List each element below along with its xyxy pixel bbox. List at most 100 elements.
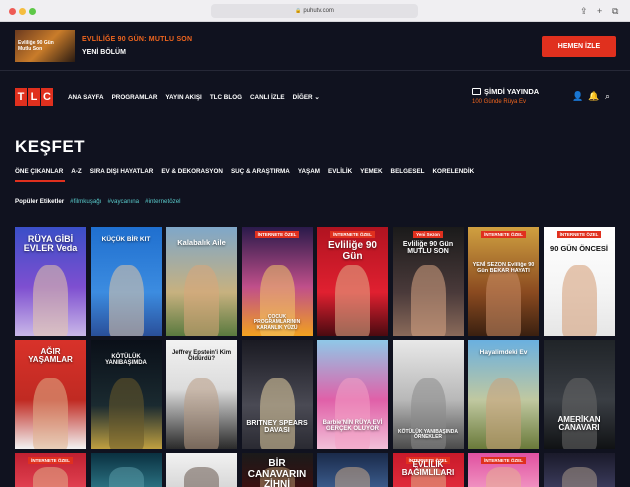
- nav-more[interactable]: DİĞER ⌄: [293, 94, 320, 101]
- show-card[interactable]: İNTERNETE ÖZEL YENİ SEZON Evliliğe 90 Gün…: [468, 227, 539, 336]
- now-live-show: 100 Günde Rüya Ev: [472, 99, 527, 105]
- badge-text: İNTERNETE ÖZEL: [481, 231, 526, 238]
- tab-life[interactable]: YAŞAM: [298, 168, 320, 175]
- show-card[interactable]: RÜYA GİBİ EVLER Veda: [15, 227, 86, 336]
- badge-text: İNTERNETE ÖZEL: [330, 231, 375, 238]
- show-card[interactable]: [166, 453, 237, 487]
- tabs-overview-icon[interactable]: ⧉: [612, 5, 618, 17]
- nav-home[interactable]: ANA SAYFA: [68, 94, 104, 101]
- popular-tags-label: Popüler Etiketler: [15, 198, 65, 205]
- show-title: EVLİLİK BAĞIMLILARI: [401, 460, 455, 478]
- address-bar[interactable]: 🔒 puhutv.com: [211, 4, 418, 18]
- watch-now-button[interactable]: HEMEN İZLE: [542, 36, 616, 57]
- tab-food[interactable]: YEMEK: [360, 168, 382, 175]
- poster-figure: [410, 265, 446, 336]
- exclusive-badge: İNTERNETE ÖZEL: [15, 457, 86, 464]
- tag-link[interactable]: #vaycanına: [107, 198, 139, 205]
- tab-marriage[interactable]: EVLİLİK: [328, 168, 352, 175]
- show-card[interactable]: KÜÇÜK BİR KIT: [90, 227, 162, 336]
- now-live-title: ŞİMDİ YAYINDA: [484, 87, 540, 96]
- browser-chrome: 🔒 puhutv.com ⇪ + ⧉: [0, 0, 630, 22]
- tlc-logo[interactable]: T L C: [15, 88, 53, 106]
- close-window-button[interactable]: [9, 8, 16, 15]
- promo-title: EVLİLİĞE 90 GÜN: MUTLU SON: [82, 36, 193, 43]
- show-card[interactable]: Kalabalık Aile: [166, 227, 237, 336]
- poster-figure: [184, 467, 219, 487]
- exclusive-badge: İNTERNETE ÖZEL: [242, 231, 313, 238]
- nav-blog[interactable]: TLC BLOG: [210, 94, 242, 101]
- nav-schedule[interactable]: YAYIN AKIŞI: [165, 94, 201, 101]
- show-title: KÖTÜLÜK YANIBAŞINDA ÖRNEKLER: [397, 429, 458, 441]
- nav-live[interactable]: CANLI İZLE: [250, 94, 285, 101]
- show-card[interactable]: BİR CANAVARIN ZİHNİ DAHMER: [241, 453, 313, 487]
- tag-link[interactable]: #filmkuşağı: [70, 198, 101, 205]
- logo-letter: L: [28, 88, 40, 106]
- show-card[interactable]: [90, 453, 162, 487]
- chevron-down-icon: ⌄: [314, 94, 320, 101]
- promo-thumbnail[interactable]: Evliliğe 90 Gün Mutlu Son: [15, 30, 75, 62]
- poster-figure: [33, 265, 68, 336]
- share-icon[interactable]: ⇪: [580, 5, 588, 17]
- tv-icon: [472, 88, 481, 95]
- nav-programs[interactable]: PROGRAMLAR: [112, 94, 158, 101]
- show-card[interactable]: AĞIR YAŞAMLAR: [15, 340, 86, 449]
- poster-figure: [184, 265, 219, 336]
- show-title: Evliliğe 90 Gün: [328, 240, 377, 262]
- show-card[interactable]: Jeffrey Epstein'i Kim Öldürdü?: [166, 340, 237, 449]
- tab-documentary[interactable]: BELGESEL: [391, 168, 425, 175]
- poster-figure: [108, 378, 144, 449]
- exclusive-badge: İNTERNETE ÖZEL: [317, 231, 388, 238]
- poster-figure: [486, 265, 521, 336]
- tag-link[interactable]: #internetözel: [145, 198, 180, 205]
- show-title: 90 GÜN ÖNCESİ: [550, 244, 608, 253]
- show-card[interactable]: BRITNEY SPEARS DAVASI: [241, 340, 313, 449]
- poster-figure: [108, 265, 144, 336]
- maximize-window-button[interactable]: [29, 8, 36, 15]
- nav-links: ANA SAYFA PROGRAMLAR YAYIN AKIŞI TLC BLO…: [68, 94, 320, 101]
- show-card[interactable]: İNTERNETE ÖZEL ÇOCUK PROGRAMLARININ KARAN…: [241, 227, 313, 336]
- exclusive-badge: İNTERNETE ÖZEL: [544, 231, 615, 238]
- promo-thumbnail-text: Evliliğe 90 Gün Mutlu Son: [18, 40, 54, 52]
- poster-figure: [335, 467, 370, 487]
- show-card[interactable]: İNTERNETE ÖZEL: [468, 453, 539, 487]
- show-card[interactable]: KÖTÜLÜK YANIBAŞINDA ÖRNEKLER: [392, 340, 464, 449]
- poster-figure: [486, 467, 521, 487]
- logo-letter: T: [15, 88, 27, 106]
- poster-figure: [33, 378, 68, 449]
- tab-crime[interactable]: SUÇ & ARAŞTIRMA: [231, 168, 290, 175]
- poster-figure: [486, 378, 521, 449]
- tab-extraordinary-lives[interactable]: SIRA DIŞI HAYATLAR: [90, 168, 154, 175]
- search-icon[interactable]: ⌕: [605, 91, 610, 102]
- now-live[interactable]: ŞİMDİ YAYINDA 100 Günde Rüya Ev: [472, 87, 539, 105]
- show-card[interactable]: AMERİKAN CANAVARI: [543, 340, 615, 449]
- tab-home-decor[interactable]: EV & DEKORASYON: [161, 168, 223, 175]
- show-card[interactable]: İNTERNETE ÖZEL: [15, 453, 86, 487]
- show-card[interactable]: İNTERNETE ÖZEL 90 GÜN ÖNCESİ: [543, 227, 615, 336]
- show-card[interactable]: Yeni Sezon Evliliğe 90 Gün MUTLU SON: [392, 227, 464, 336]
- show-card[interactable]: Barbie'NİN RÜYA EVİ GERÇEK OLUYOR: [317, 340, 388, 449]
- show-card[interactable]: İNTERNETE ÖZEL EVLİLİK BAĞIMLILARI: [392, 453, 464, 487]
- tab-featured[interactable]: ÖNE ÇIKANLAR: [15, 168, 63, 175]
- popular-tags: Popüler Etiketler #filmkuşağı #vaycanına…: [15, 198, 181, 205]
- lock-icon: 🔒: [295, 8, 302, 14]
- poster-figure: [184, 378, 219, 449]
- active-tab-indicator: [15, 180, 65, 182]
- show-title: Evliliğe 90 Gün MUTLU SON: [402, 241, 454, 256]
- show-card[interactable]: KÖTÜLÜK YANIBAŞIMDA: [90, 340, 162, 449]
- minimize-window-button[interactable]: [19, 8, 26, 15]
- show-card[interactable]: [543, 453, 615, 487]
- show-title: Kalabalık Aile: [177, 238, 226, 247]
- new-tab-icon[interactable]: +: [597, 5, 602, 17]
- category-tabs: ÖNE ÇIKANLAR A-Z SIRA DIŞI HAYATLAR EV &…: [15, 168, 474, 175]
- exclusive-badge: Yeni Sezon: [393, 231, 464, 238]
- tab-a-z[interactable]: A-Z: [71, 168, 82, 175]
- notification-bell-icon[interactable]: 🔔: [588, 91, 599, 102]
- show-title: ÇOCUK PROGRAMLARININ KARANLIK YÜZÜ: [253, 314, 301, 331]
- logo-letter: C: [41, 88, 53, 106]
- poster-figure: [335, 378, 370, 449]
- show-card[interactable]: İNTERNETE ÖZEL Evliliğe 90 Gün: [317, 227, 388, 336]
- tab-korelendik[interactable]: KORELENDİK: [433, 168, 475, 175]
- show-card[interactable]: [317, 453, 388, 487]
- show-card[interactable]: Hayalimdeki Ev: [468, 340, 539, 449]
- user-icon[interactable]: 👤: [572, 91, 583, 102]
